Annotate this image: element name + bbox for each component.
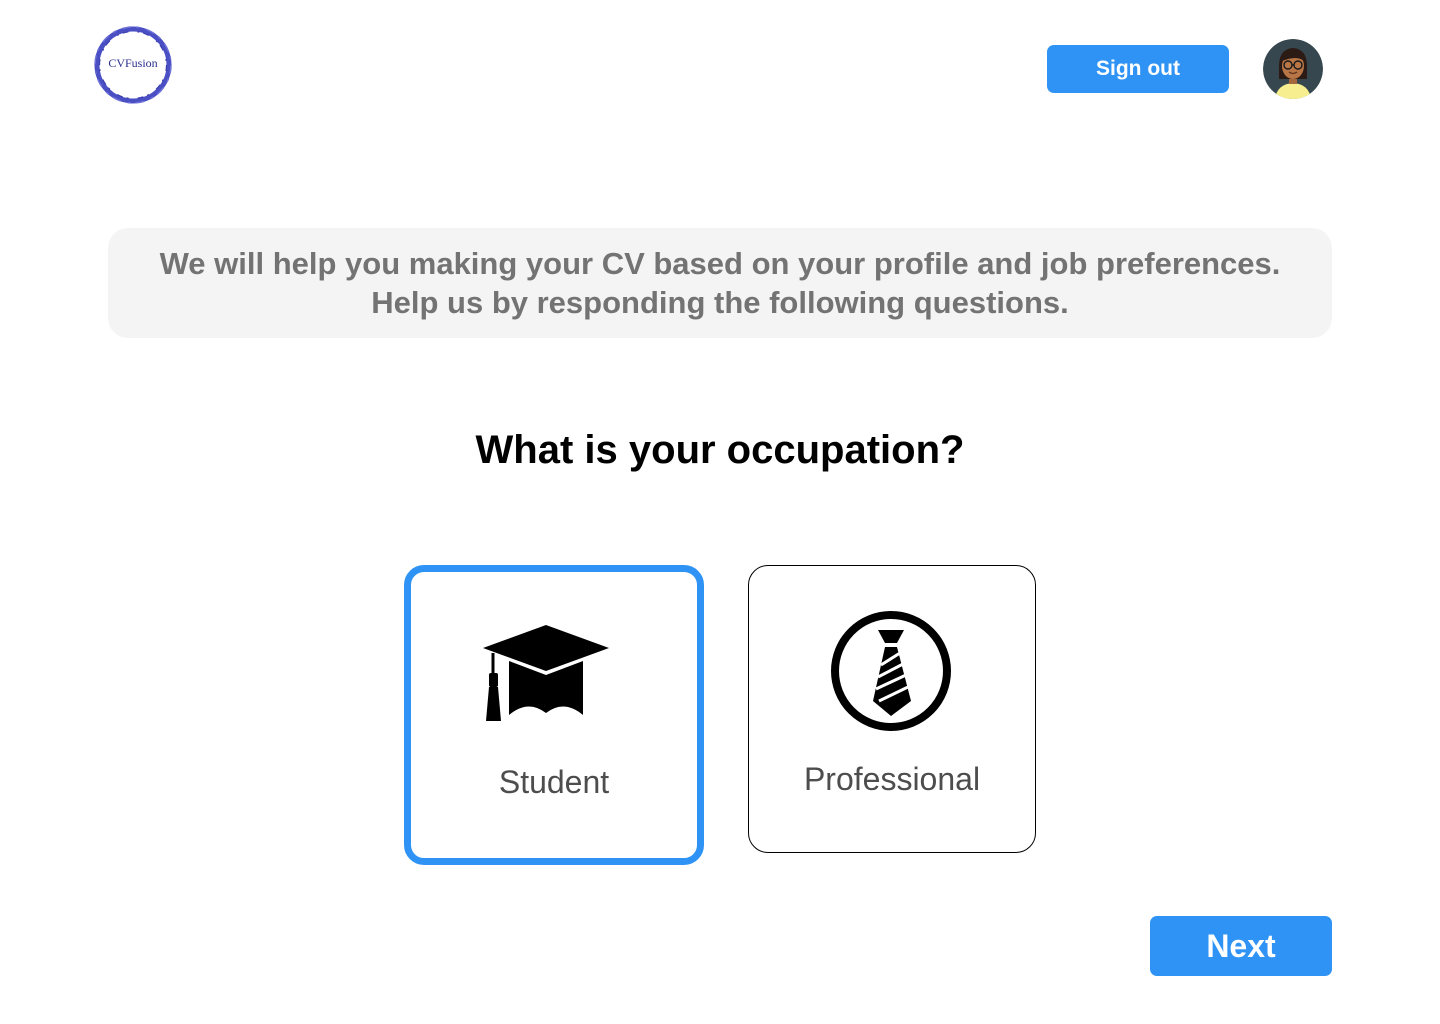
sign-out-button[interactable]: Sign out [1047,45,1229,93]
occupation-question: What is your occupation? [475,428,965,472]
graduation-cap-icon [483,617,613,732]
option-student-card[interactable]: Student [404,565,704,865]
logo-text: CVFusion [108,56,158,70]
user-avatar-icon [1263,39,1323,99]
avatar[interactable] [1263,39,1323,99]
intro-line-1: We will help you making your CV based on… [159,246,1281,281]
intro-banner: We will help you making your CV based on… [108,228,1332,338]
option-professional-card[interactable]: Professional [748,565,1036,853]
option-student-label: Student [498,764,610,800]
intro-line-2: Help us by responding the following ques… [371,285,1069,320]
next-button[interactable]: Next [1150,916,1332,976]
cvfusion-logo[interactable]: CVFusion [92,24,174,106]
tie-icon [829,609,953,738]
option-professional-label: Professional [803,761,981,797]
